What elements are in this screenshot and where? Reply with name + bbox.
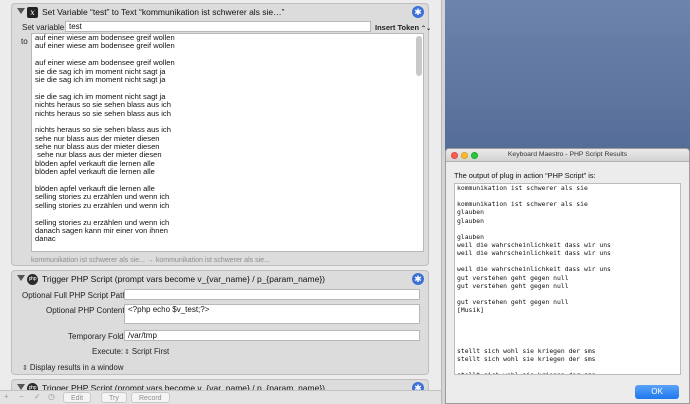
action-title: Trigger PHP Script (prompt vars become v… bbox=[42, 274, 325, 284]
script-path-field[interactable] bbox=[124, 289, 420, 300]
output-line: weil die wahrscheinlichkeit dass wir uns bbox=[457, 240, 611, 249]
insert-token-label: Insert Token bbox=[375, 23, 420, 32]
output-line: stellt sich wohl sie kriegen der sms bbox=[457, 354, 596, 363]
php-content-field[interactable]: <?php echo $v_test;?> bbox=[124, 304, 420, 324]
remove-icon[interactable]: − bbox=[19, 392, 24, 401]
popup-chevron-icon: ⇕ bbox=[124, 349, 130, 356]
check-icon[interactable]: ✓ bbox=[34, 392, 41, 401]
script-output-area[interactable]: kommunikation ist schwerer als sie kommun… bbox=[454, 183, 681, 375]
textarea-scrollbar[interactable] bbox=[416, 36, 422, 76]
output-line: [Musik] bbox=[457, 306, 484, 315]
popup-chevron-icon: ⌃⌄ bbox=[421, 26, 432, 32]
output-line: gut verstehen geht gegen null bbox=[457, 273, 569, 282]
php-icon: php bbox=[27, 274, 38, 285]
window-titlebar[interactable]: Keyboard Maestro - PHP Script Results bbox=[446, 149, 689, 162]
clock-icon[interactable]: ◷ bbox=[48, 392, 55, 401]
text-line: auf einer wiese am bodensee greif wollen bbox=[35, 41, 175, 51]
output-line: glauben bbox=[457, 216, 484, 225]
try-button[interactable]: Try bbox=[101, 392, 127, 403]
text-line: danac bbox=[35, 234, 56, 244]
output-line: stellt sich wohl sie kriegen der sms bbox=[455, 371, 680, 374]
text-value-area[interactable]: auf einer wiese am bodensee greif wollen… bbox=[31, 33, 424, 252]
output-line: stellt sich wohl sie kriegen der sms bbox=[457, 346, 596, 355]
script-path-label: Optional Full PHP Script Path: bbox=[22, 291, 130, 300]
output-line: gut verstehen geht gegen null bbox=[457, 281, 569, 290]
output-line: weil die wahrscheinlichkeit dass wir uns bbox=[457, 249, 611, 258]
display-results-popup[interactable]: ⇕ Display results in a window bbox=[22, 363, 123, 372]
text-line: blöden apfel verkauft die lernen alle bbox=[35, 167, 155, 177]
gear-icon[interactable]: ✱ bbox=[412, 6, 424, 18]
output-intro-text: The output of plug in action “PHP Script… bbox=[454, 171, 596, 180]
popup-chevron-icon: ⇕ bbox=[22, 365, 28, 372]
to-label: to bbox=[21, 37, 28, 46]
action-title: Set Variable “test” to Text “kommunikati… bbox=[42, 7, 285, 17]
output-line: kommunikation ist schwerer als sie bbox=[457, 200, 588, 209]
disclosure-triangle-icon[interactable] bbox=[17, 275, 25, 281]
variable-label: Set variable bbox=[22, 23, 65, 32]
php-content-label: Optional PHP Content: bbox=[46, 306, 127, 315]
php-results-window: Keyboard Maestro - PHP Script Results Th… bbox=[445, 148, 690, 404]
execute-label: Execute: bbox=[92, 347, 124, 356]
action-header[interactable]: php Trigger PHP Script (prompt vars beco… bbox=[12, 271, 428, 288]
output-line: weil die wahrscheinlichkeit dass wir uns bbox=[457, 265, 611, 274]
execute-value: Script First bbox=[131, 347, 170, 356]
edit-button[interactable]: Edit bbox=[63, 392, 92, 403]
add-icon[interactable]: + bbox=[4, 392, 9, 401]
execute-popup[interactable]: ⇕ Script First bbox=[124, 347, 169, 356]
disclosure-triangle-icon[interactable] bbox=[17, 8, 25, 14]
output-line: glauben bbox=[457, 232, 484, 241]
temp-folder-field[interactable]: /var/tmp bbox=[124, 330, 420, 341]
variable-name-field[interactable]: test bbox=[65, 21, 371, 32]
text-line: danach sagen kann mir einer von ihnen bbox=[35, 225, 168, 235]
macro-editor: x Set Variable “test” to Text “kommunika… bbox=[0, 0, 441, 404]
text-line: selling stories zu erzählen und wenn ich bbox=[35, 200, 170, 210]
window-title: Keyboard Maestro - PHP Script Results bbox=[507, 151, 628, 158]
text-line: nichts heraus so sie sehen blass aus ich bbox=[35, 108, 171, 118]
php-script-action: php Trigger PHP Script (prompt vars beco… bbox=[11, 270, 429, 375]
set-variable-action: x Set Variable “test” to Text “kommunika… bbox=[11, 3, 431, 266]
output-line: gut verstehen geht gegen null bbox=[457, 297, 569, 306]
text-preview: kommunikation ist schwerer als sie... → … bbox=[31, 257, 270, 264]
gear-icon[interactable]: ✱ bbox=[412, 273, 424, 285]
x-variable-icon: x bbox=[27, 7, 38, 18]
text-line: sie die sag ich im moment nicht sagt ja bbox=[35, 74, 166, 84]
output-line: glauben bbox=[457, 208, 484, 217]
bottom-toolbar: + − ✓ ◷ Edit Try Record bbox=[0, 390, 441, 404]
record-button[interactable]: Record bbox=[131, 392, 170, 403]
insert-token-button[interactable]: Insert Token ⌃⌄ bbox=[375, 23, 431, 32]
action-header[interactable]: x Set Variable “test” to Text “kommunika… bbox=[12, 4, 428, 21]
display-results-label: Display results in a window bbox=[29, 363, 124, 372]
output-line: kommunikation ist schwerer als sie bbox=[457, 184, 588, 192]
ok-button[interactable]: OK bbox=[635, 385, 679, 399]
